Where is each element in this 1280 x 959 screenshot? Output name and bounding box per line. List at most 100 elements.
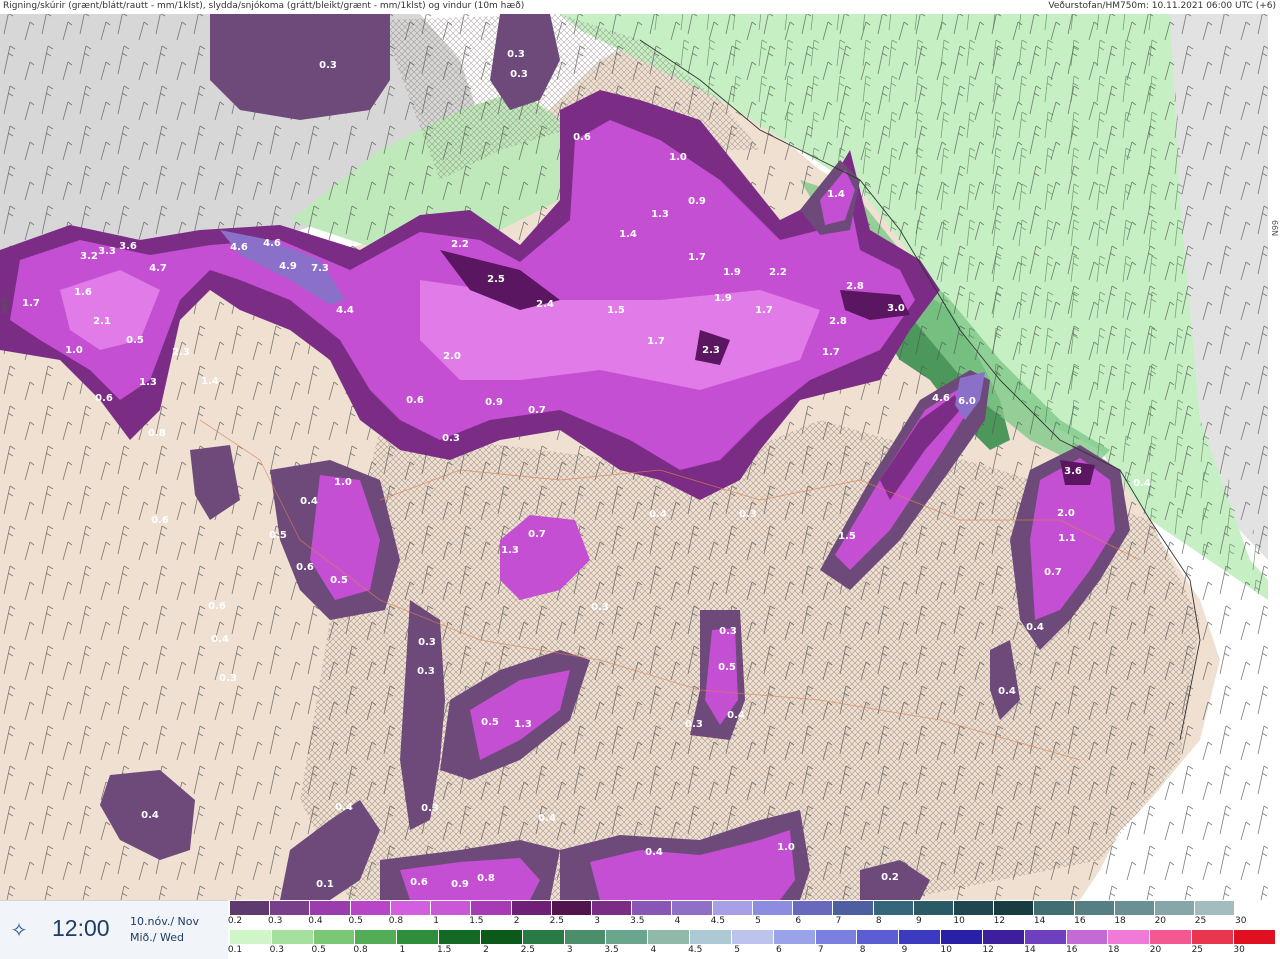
rain-legend-swatch (564, 930, 607, 944)
precip-value-label: 3.0 (887, 303, 905, 314)
snow-legend-tick-label: 5 (755, 916, 761, 926)
snow-legend-swatch (591, 901, 633, 915)
precip-value-label: 0.5 (481, 717, 499, 728)
snow-legend-tick-label: 20 (1154, 916, 1167, 926)
rain-legend-tick-label: 3.5 (604, 945, 619, 955)
snow-legend-swatch (752, 901, 794, 915)
precip-value-label: 1.7 (822, 347, 840, 358)
snow-legend-swatch (712, 901, 753, 915)
rain-legend-tick-label: 0.1 (227, 945, 243, 955)
precip-value-label: 0.4 (649, 509, 667, 520)
precip-value-label: 0.4 (211, 634, 229, 645)
snow-legend-tick-label: 3 (594, 916, 600, 926)
rain-legend-swatch (773, 930, 816, 944)
rain-legend-swatch (522, 930, 565, 944)
precip-value-label: 2.3 (172, 347, 190, 358)
rain-legend-swatch (857, 930, 900, 944)
precip-value-label: 1.1 (1058, 533, 1076, 544)
precip-value-label: 2.8 (846, 281, 864, 292)
rain-legend-bar (230, 930, 1276, 944)
precip-value-label: 0.9 (485, 397, 503, 408)
header-bar: Rigning/skúrir (grænt/blátt/rautt - mm/1… (0, 0, 1280, 14)
snow-legend-tick-label: 0.8 (388, 916, 404, 926)
snow-legend-tick-label: 1.5 (469, 916, 484, 926)
rain-legend-swatch (1150, 930, 1193, 944)
precip-value-label: 0.3 (421, 803, 439, 814)
snow-legend-swatch (672, 901, 713, 915)
precip-value-label: 0.4 (727, 710, 745, 721)
precip-value-label: 6.0 (958, 396, 976, 407)
precip-value-label: 4.6 (263, 238, 281, 249)
precip-value-label: 2.0 (1057, 508, 1075, 519)
precip-value-label: 2.2 (769, 267, 787, 278)
snow-legend-tick-label: 7 (835, 916, 842, 926)
snow-legend-tick-label: 2 (513, 916, 520, 926)
precip-value-label: 1.0 (669, 152, 687, 163)
rain-legend-swatch (941, 930, 983, 944)
rain-legend-swatch (480, 930, 523, 944)
snow-legend-tick-label: 6 (795, 916, 802, 926)
precip-value-label: 2.0 (443, 351, 461, 362)
snow-legend-swatch (873, 901, 914, 915)
precip-value-label: 1.7 (755, 305, 773, 316)
rain-legend-tick-label: 6 (776, 945, 782, 955)
snow-legend-swatch (953, 901, 995, 915)
color-legend: 0.2 0.3 0.4 0.5 0.8 1 1.5 2 2.5 3 3.5 4 4.5 5 6 7 8 9 10 12… (228, 900, 1280, 958)
precip-value-label: 0.8 (148, 428, 166, 439)
precip-value-label: 4.9 (279, 261, 297, 272)
precip-value-label: 0.5 (126, 335, 144, 346)
rain-legend-swatch (397, 930, 440, 944)
precip-value-label: 1.6 (74, 287, 92, 298)
rain-legend-swatch (439, 930, 481, 944)
precip-value-label: 0.9 (688, 196, 706, 207)
precip-value-label: 1.4 (619, 229, 637, 240)
rain-legend-tick-label: 0.5 (311, 945, 326, 955)
precip-value-label: 0.9 (451, 879, 469, 890)
precip-value-label: 4.4 (336, 305, 354, 316)
rain-legend-swatch (313, 930, 356, 944)
precip-value-label: 2.4 (536, 299, 554, 310)
precip-value-label: 1.0 (777, 842, 795, 853)
precip-value-label: 0.7 (528, 529, 546, 540)
rain-legend-swatch (1233, 930, 1276, 944)
precip-value-label: 1.4 (201, 376, 219, 387)
rain-legend-swatch (1024, 930, 1067, 944)
snow-legend-swatch (511, 901, 552, 915)
precip-value-label: 0.6 (296, 562, 314, 573)
precip-value-label: 0.5 (269, 530, 287, 541)
rain-legend-tick-label: 4 (650, 945, 657, 955)
rain-legend-swatch (606, 930, 649, 944)
rain-legend-tick-label: 5 (734, 945, 740, 955)
snow-legend-tick-label: 2.5 (549, 916, 565, 926)
rain-legend-tick-label: 0.8 (353, 945, 368, 955)
precip-value-label: 2.5 (487, 274, 505, 285)
snow-legend-tick-label: 9 (916, 916, 922, 926)
precip-value-label: 4.7 (149, 263, 167, 274)
precip-value-label: 1.3 (139, 377, 157, 388)
snow-legend-swatch (913, 901, 954, 915)
rain-legend-tick-label: 9 (901, 945, 908, 955)
valid-time-panel: ✧ 12:00 10.nóv./ Nov Mið./ Wed (0, 900, 228, 959)
snow-legend-tick-label: 0.2 (227, 916, 243, 926)
precip-value-label: 0.7 (528, 405, 546, 416)
snow-legend-swatch (270, 901, 311, 915)
rain-legend-tick-label: 8 (859, 945, 866, 955)
precip-value-label: 1.4 (827, 189, 845, 200)
precip-value-label: 1.9 (723, 267, 741, 278)
precip-value-label: 1.7 (22, 298, 40, 309)
precip-value-label: 0.3 (219, 673, 237, 684)
precip-value-label: 0.6 (95, 393, 113, 404)
snow-legend-tick-label: 25 (1194, 916, 1207, 926)
precipitation-map[interactable]: 0.30.30.30.61.01.31.41.40.93.2 3.3 3.64.74… (0, 14, 1268, 900)
rain-legend-swatch (1108, 930, 1151, 944)
snow-legend-tick-label: 30 (1235, 916, 1247, 926)
snow-legend-swatch (230, 901, 271, 915)
map-description: Rigning/skúrir (grænt/blátt/rautt - mm/1… (3, 1, 525, 11)
precip-value-label: 3.6 (1064, 466, 1082, 477)
snow-legend-swatch (1034, 901, 1075, 915)
snow-legend-swatch (471, 901, 512, 915)
rain-legend-tick-label: 16 (1066, 945, 1078, 955)
precip-value-label: 1.9 (714, 293, 732, 304)
precip-value-label: 0.3 (507, 49, 525, 60)
precip-value-label: 0.6 (410, 877, 428, 888)
